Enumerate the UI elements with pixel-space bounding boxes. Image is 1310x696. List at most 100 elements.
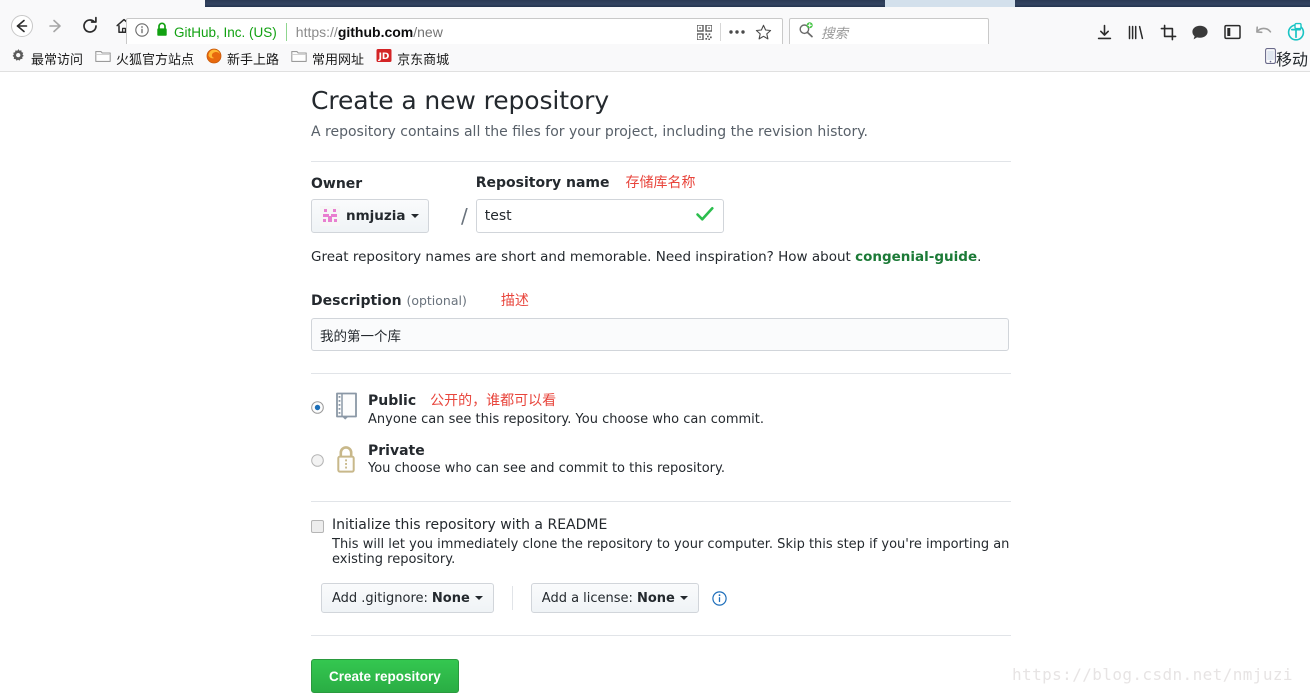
visibility-option-private[interactable]: Private You choose who can see and commi… (311, 443, 1011, 479)
green-check-icon (695, 205, 715, 227)
page-viewport: Create a new repository A repository con… (0, 72, 1310, 696)
screenshot-crop-icon[interactable] (1152, 18, 1184, 46)
hint-text-after: . (977, 249, 982, 265)
lock-icon (334, 445, 359, 479)
bookmark-label: 火狐官方站点 (116, 52, 195, 68)
repository-name-hint: Great repository names are short and mem… (311, 249, 1011, 265)
search-bar[interactable]: 搜索 (789, 18, 989, 46)
license-dropdown[interactable]: Add a license: None (530, 583, 699, 613)
owner-select[interactable]: nmjuzia (311, 199, 429, 233)
readme-row[interactable]: Initialize this repository with a README (311, 517, 1011, 533)
caret-down-icon (474, 596, 483, 600)
bookmark-firefox-official[interactable]: 火狐官方站点 (90, 47, 199, 69)
repository-name-annotation: 存储库名称 (625, 175, 696, 191)
new-repository-form: Create a new repository A repository con… (311, 82, 1011, 693)
repository-name-value: test (484, 208, 512, 224)
ellipsis-icon[interactable] (724, 19, 750, 45)
site-identity-box[interactable]: GitHub, Inc. (US) (127, 19, 296, 45)
back-button[interactable] (8, 12, 36, 40)
url-host: github.com (337, 24, 414, 40)
pocket-chat-icon[interactable] (1184, 18, 1216, 46)
license-label: Add a license: (541, 590, 633, 606)
gitignore-value: None (431, 590, 470, 606)
address-bar[interactable]: GitHub, Inc. (US) https://github.com/new (126, 18, 783, 46)
readme-checkbox[interactable] (311, 520, 324, 533)
visibility-public-text: Public 公开的，谁都可以看 Anyone can see this rep… (368, 390, 1011, 427)
tab-active[interactable] (885, 0, 1015, 7)
downloads-icon[interactable] (1088, 18, 1120, 46)
visibility-private-title-row: Private (368, 443, 1011, 459)
repository-name-header: Repository name 存储库名称 (476, 172, 1011, 192)
dropdown-divider (511, 586, 513, 610)
jd-icon: JD (376, 48, 392, 68)
divider-description (311, 373, 1011, 374)
tab-strip[interactable] (205, 0, 1310, 7)
readme-title: Initialize this repository with a README (332, 517, 608, 533)
library-icon[interactable] (1120, 18, 1152, 46)
url-text[interactable]: https://github.com/new (296, 24, 691, 40)
visibility-public-desc: Anyone can see this repository. You choo… (368, 412, 764, 427)
star-icon[interactable] (750, 19, 776, 45)
qr-code-icon[interactable] (691, 19, 717, 45)
search-magnifier-icon (798, 21, 814, 43)
visibility-public-annotation: 公开的，谁都可以看 (430, 393, 557, 409)
watermark: https://blog.csdn.net/nmjuzi (1012, 665, 1293, 684)
repository-name-label: Repository name (475, 175, 610, 191)
bookmark-label: 常用网址 (312, 52, 365, 68)
visibility-private-desc: You choose who can see and commit to thi… (368, 461, 725, 476)
repository-name-input[interactable]: test (475, 199, 724, 233)
create-repository-button[interactable]: Create repository (311, 659, 459, 693)
bookmark-getting-started[interactable]: 新手上路 (201, 47, 284, 69)
caret-down-icon (410, 214, 419, 218)
gitignore-label: Add .gitignore: (332, 590, 428, 606)
site-owner-label: GitHub, Inc. (US) (174, 24, 277, 40)
page-subtitle: A repository contains all the files for … (311, 124, 868, 140)
bookmarks-toolbar: 最常访问 火狐官方站点 新手上路 常用网址 JD 京东商城 移动 (0, 44, 1310, 72)
url-scheme: https:// (295, 24, 338, 40)
visibility-private-text: Private You choose who can see and commi… (368, 443, 1011, 476)
bookmark-most-visited[interactable]: 最常访问 (6, 47, 88, 69)
visibility-option-public[interactable]: Public 公开的，谁都可以看 Anyone can see this rep… (311, 390, 1011, 427)
template-dropdowns-row: Add .gitignore: None Add a license: None (321, 583, 1011, 613)
bookmark-label: 最常访问 (31, 52, 84, 68)
hint-text-before: Great repository names are short and mem… (311, 249, 856, 265)
info-circle-icon[interactable] (135, 22, 149, 42)
bookmark-label: 新手上路 (227, 52, 280, 68)
description-optional: (optional) (406, 293, 467, 308)
info-circle-icon[interactable] (712, 590, 727, 606)
bookmark-label: 京东商城 (397, 52, 450, 68)
sidebar-icon[interactable] (1216, 18, 1248, 46)
translate-icon[interactable] (1280, 18, 1310, 46)
bookmark-common-sites[interactable]: 常用网址 (286, 47, 369, 69)
undo-arrow-icon[interactable] (1248, 18, 1280, 46)
readme-description: This will let you immediately clone the … (332, 537, 1010, 567)
radio-private[interactable] (311, 452, 324, 471)
search-input[interactable]: 搜索 (821, 22, 848, 42)
suggested-name-link[interactable]: congenial-guide (855, 249, 977, 265)
navigation-toolbar: GitHub, Inc. (US) https://github.com/new (0, 7, 1310, 46)
url-path: /new (413, 24, 443, 40)
description-header: Description (optional) 描述 (311, 290, 1011, 310)
divider-bottom (311, 635, 1011, 636)
padlock-icon (156, 22, 168, 42)
owner-repo-separator: / (461, 204, 468, 228)
divider-visibility (311, 501, 1011, 502)
description-input[interactable]: 我的第一个库 (311, 318, 1009, 351)
reload-button[interactable] (76, 12, 104, 40)
browser-toolbar-icons (1088, 18, 1310, 46)
description-annotation: 描述 (500, 293, 529, 309)
gitignore-dropdown[interactable]: Add .gitignore: None (321, 583, 494, 613)
visibility-private-title: Private (368, 443, 425, 459)
bookmark-mobile-overflow[interactable]: 移动 (1265, 47, 1310, 69)
visibility-public-title-row: Public 公开的，谁都可以看 (368, 390, 1011, 410)
forward-button[interactable] (42, 12, 70, 40)
bookmark-label: 移动 (1275, 52, 1308, 69)
folder-icon (95, 49, 111, 68)
radio-public[interactable] (311, 399, 324, 418)
caret-down-icon (679, 596, 688, 600)
bookmark-jd[interactable]: JD 京东商城 (371, 47, 454, 69)
divider-top (311, 161, 1011, 162)
license-value: None (636, 590, 675, 606)
owner-name: nmjuzia (346, 208, 406, 224)
gear-icon (11, 48, 26, 68)
